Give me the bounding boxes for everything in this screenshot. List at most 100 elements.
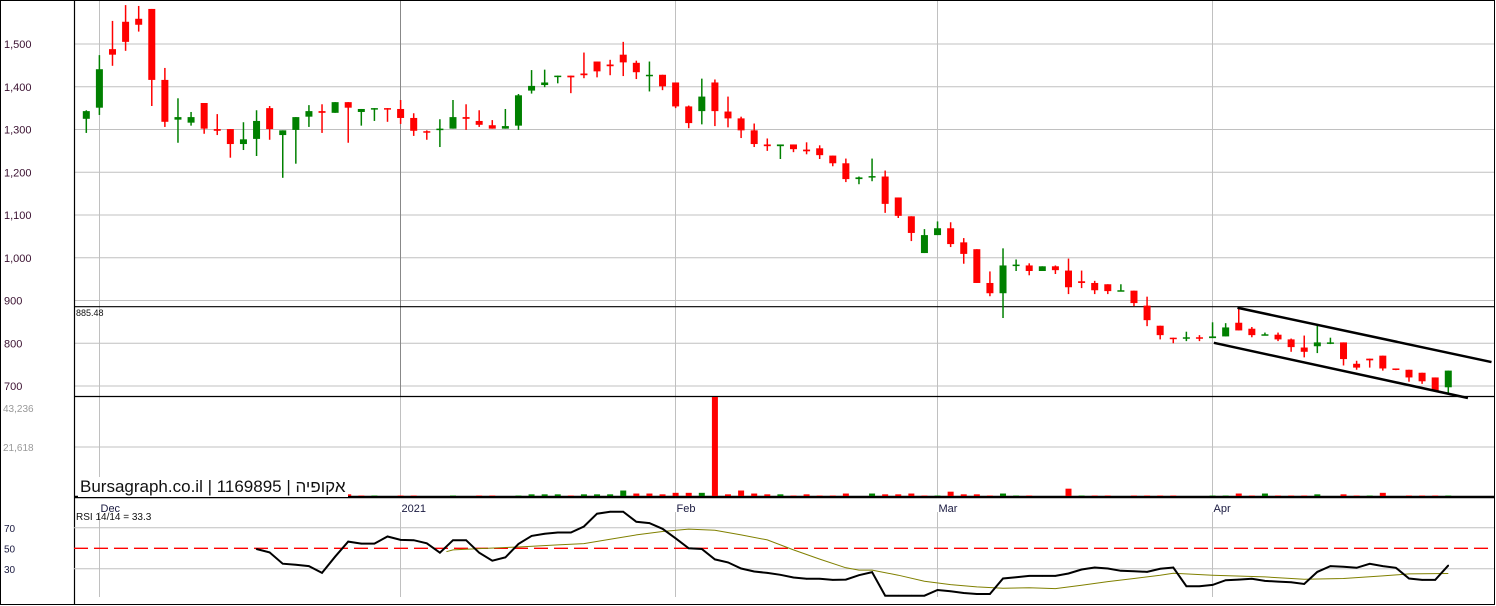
- price-tick-label: 1,300: [4, 125, 32, 137]
- price-tick-label: 1,200: [4, 167, 32, 179]
- price-tick-label: 1,400: [4, 82, 32, 94]
- candle-up: [1117, 290, 1125, 292]
- candle-up: [174, 117, 182, 120]
- rsi-point: [412, 539, 415, 542]
- rsi-point: [989, 593, 991, 595]
- volume-bar: [476, 495, 483, 496]
- rsi-point: [845, 578, 847, 581]
- volume-bar: [646, 493, 653, 496]
- candle-down: [1169, 337, 1177, 340]
- candle-down: [1300, 347, 1308, 352]
- rsi-point: [360, 542, 363, 545]
- rsi-point: [923, 594, 926, 597]
- candle-down: [384, 108, 392, 110]
- rsi-point: [465, 539, 467, 542]
- rsi-point: [596, 512, 598, 515]
- volume-bar: [1078, 495, 1085, 496]
- volume-bar: [685, 492, 692, 496]
- volume-tick-label: 21,618: [3, 443, 34, 454]
- x-axis-label: Mar: [939, 503, 958, 515]
- candle-down: [632, 62, 640, 73]
- volume-bar: [829, 495, 836, 496]
- chart-watermark-title: Bursagraph.co.il | 1169895 | אקופיה: [78, 477, 348, 497]
- candle-down: [1195, 337, 1203, 339]
- volume-bar: [1301, 495, 1308, 496]
- volume-bar: [986, 495, 993, 496]
- rsi-point: [583, 525, 585, 528]
- price-tick-label: 900: [4, 296, 22, 308]
- volume-bar: [489, 495, 496, 496]
- rsi-point: [491, 559, 494, 562]
- volume-bar: [1353, 495, 1360, 496]
- volume-bar: [594, 494, 601, 496]
- candle-down: [789, 144, 797, 150]
- volume-bar: [1419, 495, 1426, 496]
- rsi-point: [1172, 566, 1175, 569]
- candle-down: [724, 111, 732, 119]
- candle-up: [331, 102, 339, 113]
- candle-down: [108, 49, 116, 55]
- candle-up: [253, 120, 261, 139]
- rsi-point: [1080, 568, 1083, 571]
- candle-down: [1274, 334, 1282, 340]
- candle-down: [318, 111, 326, 113]
- stock-chart: 1,500 1,400 1,300 1,200 1,100 1,000 900 800 700 D…: [0, 0, 1496, 606]
- candle-down: [226, 129, 234, 145]
- candle-up: [920, 235, 928, 254]
- rsi-point: [949, 590, 952, 593]
- rsi-point: [517, 543, 520, 545]
- candle-down: [659, 74, 667, 87]
- volume-bar: [698, 492, 705, 496]
- candle-up: [528, 85, 536, 91]
- rsi-point: [740, 567, 742, 570]
- rsi-point: [334, 555, 336, 558]
- rsi-point: [1277, 580, 1279, 583]
- candle-down: [567, 75, 575, 78]
- volume-bar: [1314, 494, 1321, 496]
- volume-bar: [1170, 495, 1177, 496]
- rsi-tick-label: 30: [4, 565, 16, 576]
- rsi-point: [308, 565, 310, 567]
- candle-up: [279, 130, 287, 136]
- candle-down: [423, 131, 431, 133]
- candle-down: [135, 18, 143, 25]
- rsi-point: [792, 576, 795, 579]
- rsi-point: [1237, 578, 1240, 581]
- candle-up: [1444, 370, 1452, 388]
- rsi-point: [1264, 580, 1266, 582]
- rsi-point: [1368, 562, 1371, 565]
- volume-bar: [1222, 495, 1229, 496]
- candle-up: [698, 96, 706, 112]
- volume-bar: [410, 495, 417, 496]
- candle-down: [1130, 290, 1138, 304]
- rsi-point: [753, 570, 755, 573]
- candle-down: [1235, 322, 1243, 331]
- candle-down: [606, 64, 614, 67]
- rsi-point: [1395, 566, 1397, 569]
- price-tick-label: 800: [4, 338, 22, 350]
- candle-down: [593, 61, 601, 72]
- rsi-point: [1106, 567, 1109, 570]
- rsi-point: [1329, 565, 1332, 567]
- rsi-point: [504, 556, 507, 559]
- rsi-point: [1251, 578, 1253, 580]
- candle-down: [213, 129, 221, 131]
- candle-down: [1143, 305, 1151, 321]
- candle-down: [344, 102, 352, 108]
- candle-down: [1025, 265, 1033, 272]
- volume-bar: [895, 494, 902, 496]
- rsi-point: [766, 572, 769, 574]
- volume-bar: [711, 397, 718, 496]
- candle-down: [1405, 369, 1413, 378]
- volume-bar: [358, 495, 365, 496]
- candle-down: [1091, 282, 1099, 291]
- rsi-point: [910, 594, 913, 597]
- rsi-point: [609, 510, 611, 513]
- rsi-point: [321, 572, 323, 574]
- candle-up: [82, 111, 90, 119]
- volume-bar: [1248, 495, 1255, 496]
- volume-bar: [1405, 495, 1412, 496]
- rsi-point: [858, 574, 860, 576]
- rsi-tick-label: 50: [4, 544, 16, 555]
- volume-bar: [842, 493, 849, 496]
